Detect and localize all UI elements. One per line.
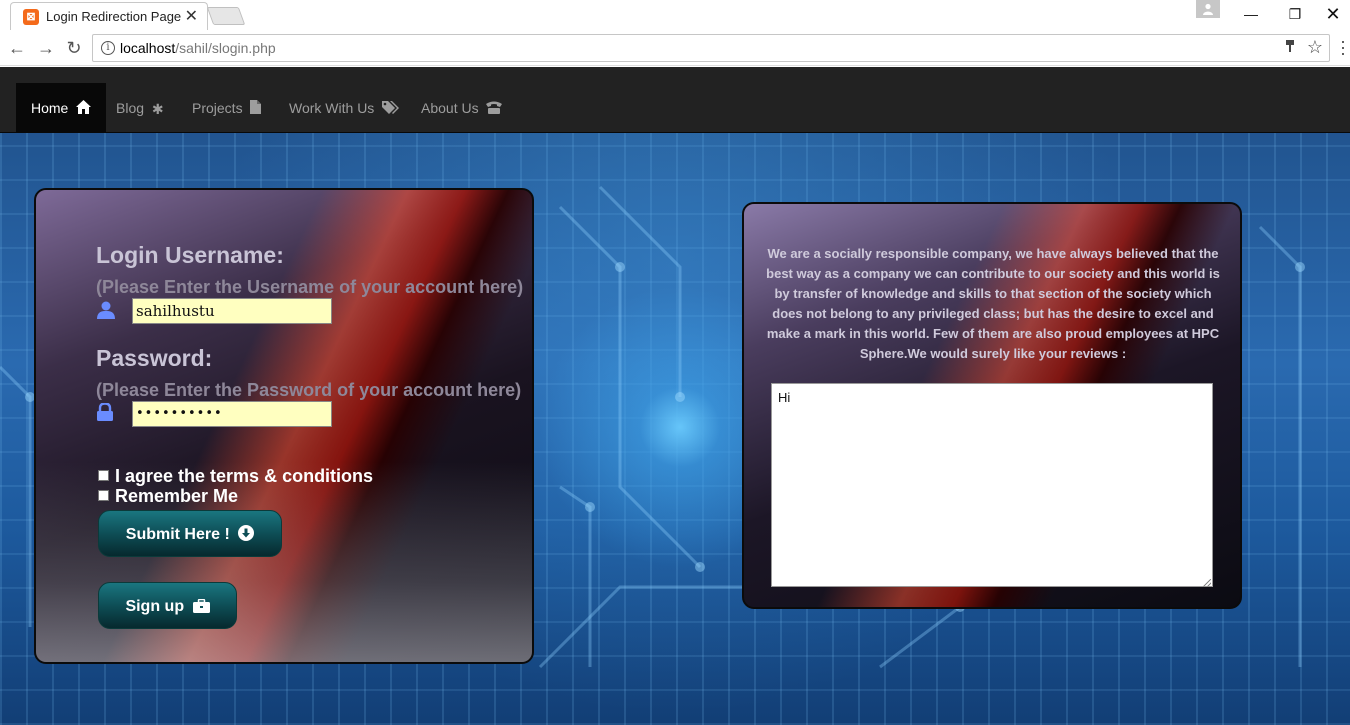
nav-work-with-us[interactable]: Work With Us [274,83,415,133]
info-icon[interactable]: i [101,41,115,55]
person-icon [1203,3,1213,15]
nav-blog-label: Blog [116,100,145,116]
about-company-text: We are a socially responsible company, w… [766,246,1220,361]
terms-checkbox[interactable] [98,470,109,481]
nav-home[interactable]: Home [16,83,107,134]
url-text[interactable]: localhost/sahil/slogin.php [120,40,276,56]
remember-row: Remember Me [98,486,238,506]
pin-icon[interactable] [1285,39,1295,56]
submit-button-label: Submit Here ! [125,526,230,543]
username-label: Login Username: [96,242,284,268]
remember-checkbox[interactable] [98,490,109,501]
site-navbar: Home Blog ✱ Projects Work With Us About … [0,67,1350,133]
reload-icon[interactable]: ↻ [63,37,85,59]
password-hint: (Please Enter the Password of your accou… [96,380,522,400]
back-arrow-icon[interactable]: ← [6,37,28,59]
remember-label: Remember Me [115,486,239,506]
username-input[interactable]: sahilhustu [132,298,332,324]
briefcase-icon [192,585,210,632]
nav-home-label: Home [31,100,69,116]
signup-button-label: Sign up [125,598,185,615]
review-textarea[interactable]: Hi [771,383,1213,587]
forward-arrow-icon[interactable]: → [35,37,57,59]
profile-button[interactable] [1196,0,1220,18]
terms-label: I agree the terms & conditions [115,466,374,486]
file-icon [250,84,262,134]
password-input[interactable]: •••••••••• [132,401,332,427]
submit-button[interactable]: Submit Here ! [98,510,282,557]
address-bar[interactable]: i localhost/sahil/slogin.php ☆ [92,34,1330,62]
browser-menu-icon[interactable]: · · · [1338,32,1348,62]
tab-close-icon[interactable]: ✕ [185,6,198,26]
browser-tabstrip: ⊠ Login Redirection Page ✕ — ❐ ✕ [0,0,1350,30]
circle-arrow-down-icon [238,513,255,560]
close-window-button[interactable]: ✕ [1316,0,1350,30]
minimize-button[interactable]: — [1228,0,1274,30]
tags-icon [382,84,400,134]
nav-projects-label: Projects [192,100,243,116]
new-tab-button[interactable] [206,7,246,25]
maximize-button[interactable]: ❐ [1272,0,1318,30]
textarea-resize-grip[interactable] [1203,579,1211,587]
asterisk-icon: ✱ [151,101,164,117]
nav-blog[interactable]: Blog ✱ [101,83,179,133]
browser-tab[interactable]: ⊠ Login Redirection Page ✕ [10,2,208,30]
home-icon [76,84,92,134]
reviews-panel: We are a socially responsible company, w… [742,202,1242,609]
bookmark-star-icon[interactable]: ☆ [1307,37,1323,58]
login-panel: Login Username: (Please Enter the Userna… [34,188,534,664]
password-label: Password: [96,345,213,371]
username-hint: (Please Enter the Username of your accou… [96,277,524,297]
signup-button[interactable]: Sign up [98,582,237,629]
nav-work-with-us-label: Work With Us [289,100,375,116]
nav-about-us-label: About Us [421,100,479,116]
phone-icon [486,84,503,134]
xampp-favicon-icon: ⊠ [23,9,39,25]
browser-toolbar: ← → ↻ i localhost/sahil/slogin.php ☆ [0,30,1350,66]
page-viewport: Home Blog ✱ Projects Work With Us About … [0,67,1350,725]
nav-projects[interactable]: Projects [177,83,276,133]
nav-about-us[interactable]: About Us [406,83,517,133]
terms-row: I agree the terms & conditions [98,466,373,486]
tab-title: Login Redirection Page [46,9,182,24]
user-icon [96,301,116,321]
lock-icon [96,402,116,423]
